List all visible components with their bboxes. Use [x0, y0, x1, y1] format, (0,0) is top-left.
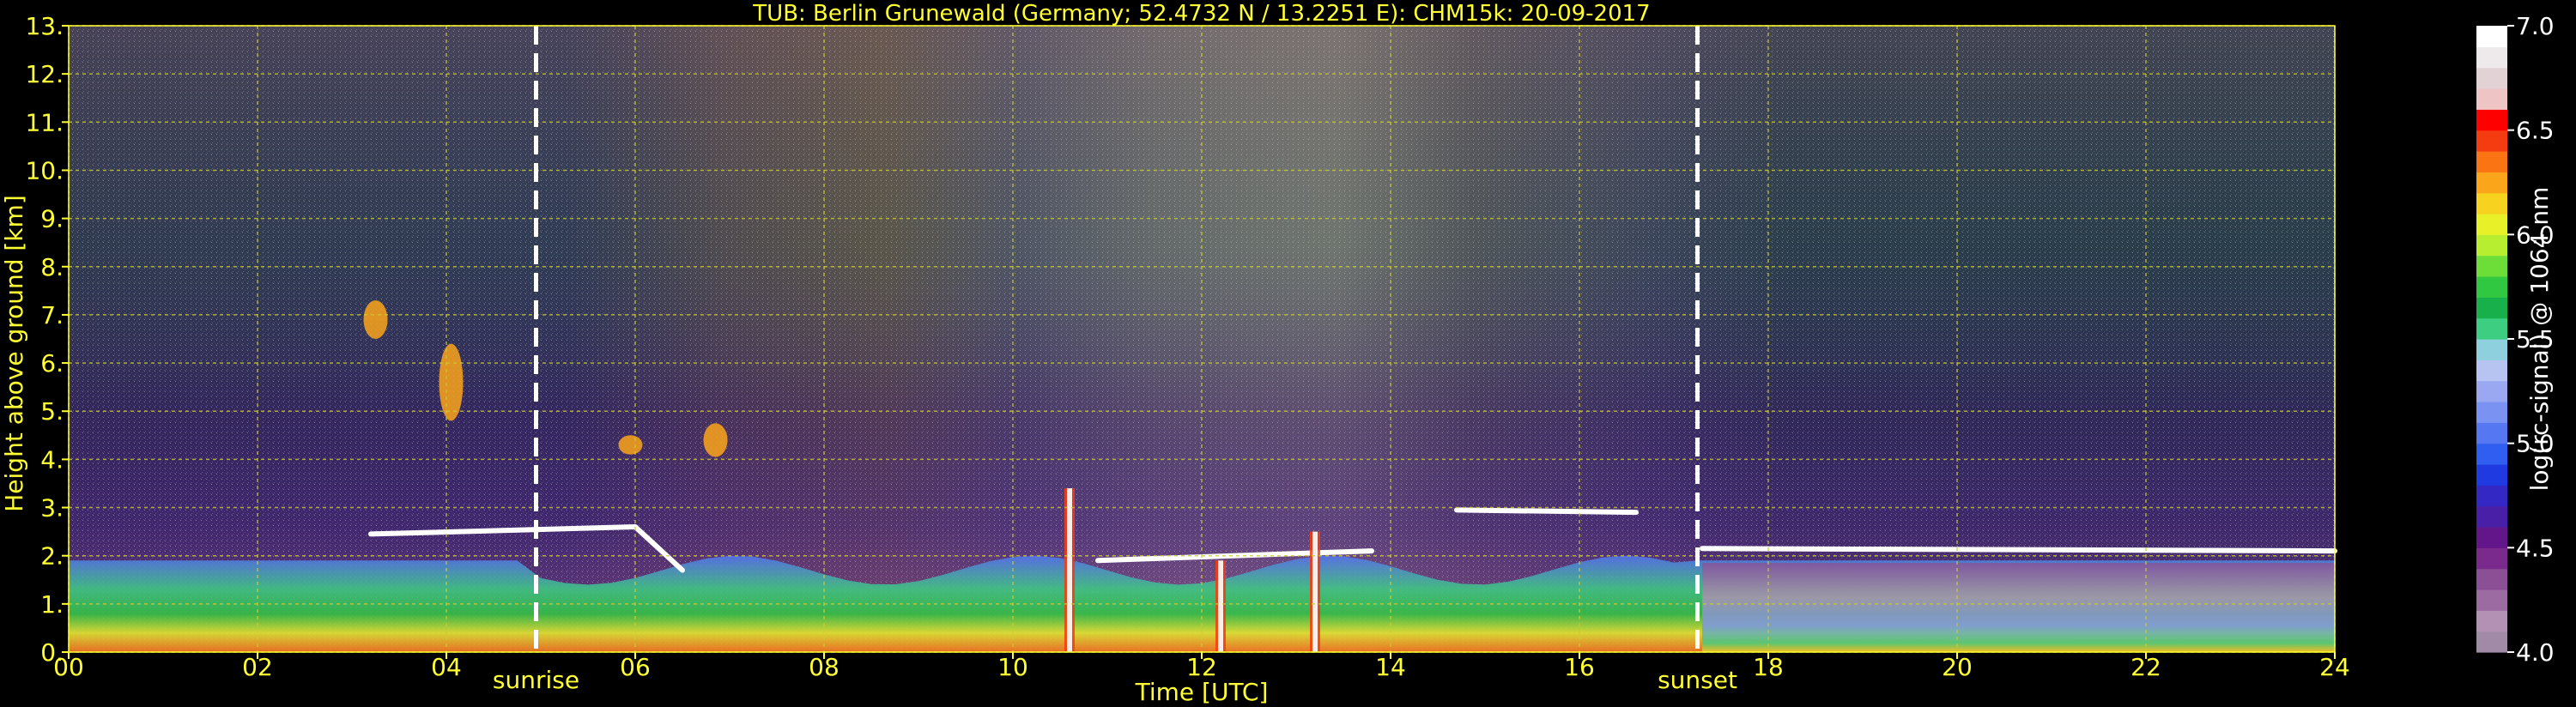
colorbar-tick-label: 6.5 — [2516, 117, 2555, 145]
colorbar-segment — [2476, 464, 2507, 486]
colorbar-tick-label: 4.5 — [2516, 534, 2555, 562]
colorbar-segment — [2476, 255, 2507, 277]
residual-layer — [1702, 563, 2335, 652]
colorbar-segment — [2476, 172, 2507, 194]
x-axis-label: Time [UTC] — [1135, 678, 1269, 706]
convective-plume-core — [1067, 488, 1072, 652]
colorbar-segment — [2476, 610, 2507, 632]
sun-marker-label: sunset — [1658, 666, 1737, 694]
aerosol-patch — [439, 343, 464, 421]
y-tick-label: 11. — [25, 108, 64, 136]
colorbar-segment — [2476, 192, 2507, 215]
colorbar-segment — [2476, 88, 2507, 110]
x-tick-label: 10 — [997, 653, 1028, 681]
y-tick-label: 10. — [25, 156, 64, 184]
colorbar-segment — [2476, 67, 2507, 89]
colorbar-segment — [2476, 422, 2507, 444]
y-tick-label: 8. — [40, 253, 64, 281]
y-tick-label: 12. — [25, 60, 64, 88]
colorbar-segment — [2476, 589, 2507, 611]
x-tick-label: 04 — [431, 653, 462, 681]
colorbar-segment — [2476, 443, 2507, 465]
colorbar-segment — [2476, 26, 2507, 47]
colorbar-tick-label: 4.0 — [2516, 638, 2555, 667]
x-tick-label: 22 — [2131, 653, 2161, 681]
y-tick-label: 0. — [40, 638, 64, 667]
sun-marker-label: sunrise — [493, 666, 579, 694]
colorbar-segment — [2476, 109, 2507, 131]
colorbar-segment — [2476, 130, 2507, 152]
convective-plume-core — [1218, 560, 1223, 652]
colorbar-segment — [2476, 297, 2507, 319]
colorbar-segment — [2476, 568, 2507, 590]
colorbar-segment — [2476, 276, 2507, 298]
y-tick-label: 13. — [25, 12, 64, 40]
colorbar-segment — [2476, 631, 2507, 653]
y-tick-label: 1. — [40, 590, 64, 619]
colorbar-segment — [2476, 234, 2507, 257]
y-tick-label: 6. — [40, 349, 64, 378]
colorbar-segment — [2476, 547, 2507, 570]
x-tick-label: 18 — [1753, 653, 1784, 681]
colorbar-segment — [2476, 339, 2507, 360]
aerosol-patch — [363, 300, 388, 339]
colorbar-segment — [2476, 151, 2507, 172]
x-tick-label: 08 — [809, 653, 839, 681]
x-tick-label: 02 — [242, 653, 273, 681]
x-tick-label: 20 — [1942, 653, 1973, 681]
colorbar-segment — [2476, 380, 2507, 402]
y-tick-label: 4. — [40, 445, 64, 474]
colorbar-segment — [2476, 485, 2507, 507]
y-tick-label: 5. — [40, 397, 64, 426]
colorbar-segment — [2476, 214, 2507, 235]
colorbar-segment — [2476, 317, 2507, 340]
colorbar-label: log(rc-signal) @ 1064 nm — [2525, 187, 2554, 492]
x-tick-label: 06 — [620, 653, 651, 681]
ceilometer-chart: sunrise sunset 00 02 04 06 08 10 12 14 16 18 20 22 24… — [0, 0, 2576, 707]
y-tick-label: 7. — [40, 301, 64, 329]
x-tick-label: 24 — [2319, 653, 2350, 681]
y-tick-label: 9. — [40, 205, 64, 233]
y-tick-label: 2. — [40, 542, 64, 571]
y-tick-label: 3. — [40, 494, 64, 523]
x-tick-label: 16 — [1564, 653, 1595, 681]
colorbar-tick-label: 7.0 — [2516, 12, 2555, 40]
x-tick-label: 14 — [1375, 653, 1406, 681]
cloud-layer-top — [1700, 546, 2337, 554]
convective-plume-core — [1312, 531, 1318, 652]
colorbar-segment — [2476, 360, 2507, 382]
cloud-layer-top — [1454, 507, 1639, 516]
aerosol-patch — [703, 423, 728, 457]
plot-area — [69, 26, 2337, 652]
chart-title: TUB: Berlin Grunewald (Germany; 52.4732 … — [752, 1, 1650, 27]
aerosol-patch — [618, 435, 643, 455]
colorbar-segment — [2476, 527, 2507, 548]
colorbar-segment — [2476, 505, 2507, 528]
y-axis-label: Height above ground [km] — [0, 195, 28, 512]
colorbar-segment — [2476, 402, 2507, 423]
colorbar-segment — [2476, 46, 2507, 69]
